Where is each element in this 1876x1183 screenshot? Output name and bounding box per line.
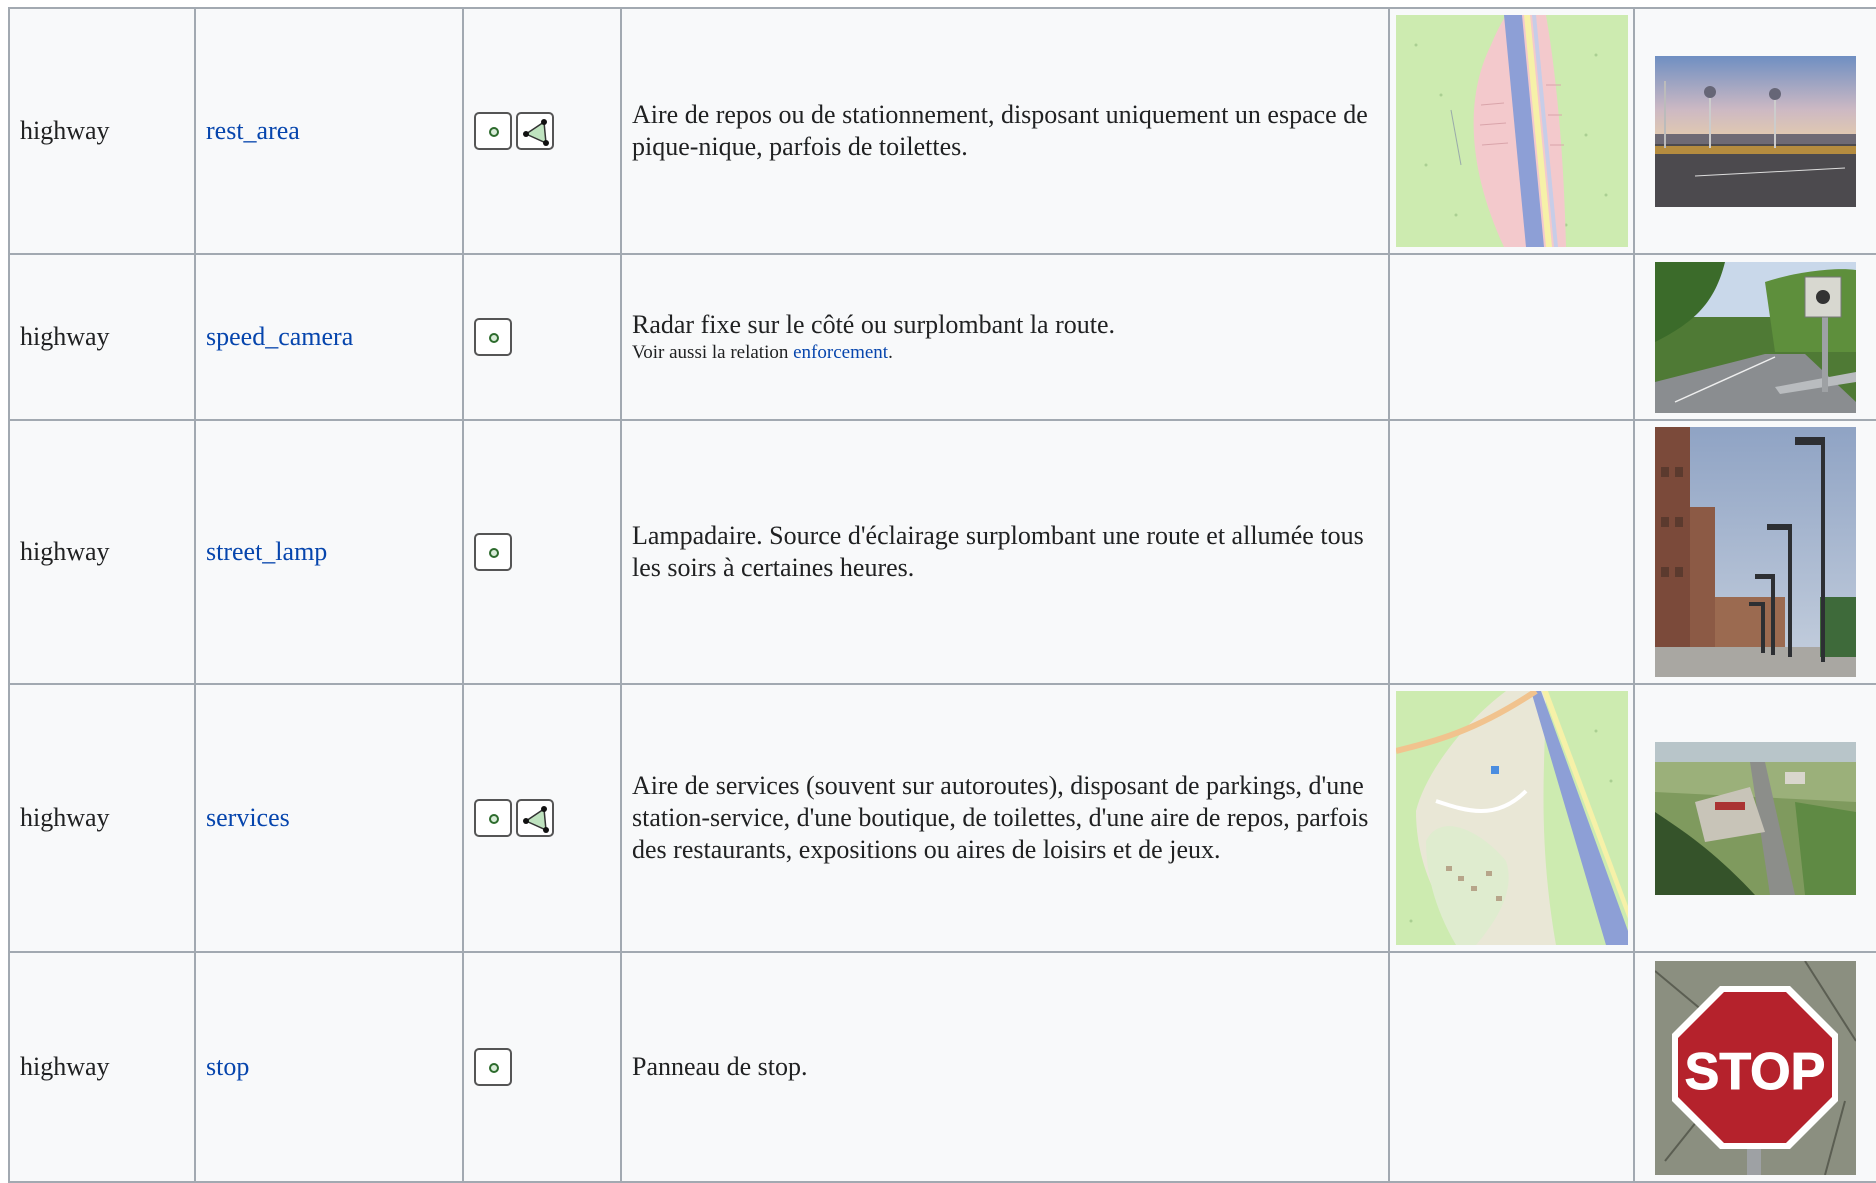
value-link[interactable]: speed_camera <box>206 322 353 351</box>
rendering-cell <box>1388 253 1635 421</box>
table-row: highway speed_camera Radar fixe sur le c… <box>8 253 1876 421</box>
element-types <box>462 683 622 953</box>
description-text: Radar fixe sur le côté ou surplombant la… <box>632 310 1116 339</box>
table-row: highway rest_area Aire de repos ou de st… <box>8 7 1876 255</box>
description-text: Panneau de stop. <box>632 1052 808 1081</box>
key-cell: highway <box>8 7 196 255</box>
note-prefix: Voir aussi la relation <box>632 342 794 363</box>
speed-camera-photo[interactable] <box>1655 261 1856 413</box>
element-types <box>462 253 622 421</box>
value-link[interactable]: services <box>206 803 290 832</box>
rendering-cell <box>1388 419 1635 685</box>
description: Panneau de stop. <box>620 951 1390 1183</box>
photo-cell: STOP <box>1633 951 1876 1183</box>
node-icon <box>474 112 512 150</box>
element-types <box>462 419 622 685</box>
rendering-cell <box>1388 7 1635 255</box>
description-text: Lampadaire. Source d'éclairage surplomba… <box>632 521 1364 582</box>
node-icon <box>474 533 512 571</box>
services-rendering-image[interactable] <box>1396 691 1628 945</box>
element-types <box>462 7 622 255</box>
area-icon <box>516 799 554 837</box>
value-link[interactable]: rest_area <box>206 116 300 145</box>
rest-area-photo[interactable] <box>1655 55 1856 207</box>
node-icon <box>474 318 512 356</box>
see-also-note: Voir aussi la relation enforcement. <box>632 341 1378 365</box>
stop-sign-photo[interactable]: STOP <box>1655 961 1856 1175</box>
street-lamp-photo[interactable] <box>1655 427 1856 677</box>
table-row: highway street_lamp Lampadaire. Source d… <box>8 419 1876 685</box>
description-text: Aire de services (souvent sur autoroutes… <box>632 771 1369 864</box>
rendering-cell <box>1388 951 1635 1183</box>
key-cell: highway <box>8 253 196 421</box>
table-row: highway services Aire de services (souve… <box>8 683 1876 953</box>
description-text: Aire de repos ou de stationnement, dispo… <box>632 100 1368 161</box>
key-cell: highway <box>8 951 196 1183</box>
photo-cell <box>1633 683 1876 953</box>
map-features-table: highway rest_area Aire de repos ou de st… <box>8 7 1876 1183</box>
enforcement-link[interactable]: enforcement <box>793 342 888 363</box>
node-icon <box>474 1048 512 1086</box>
note-suffix: . <box>888 342 893 363</box>
description: Lampadaire. Source d'éclairage surplomba… <box>620 419 1390 685</box>
photo-cell <box>1633 7 1876 255</box>
description: Radar fixe sur le côté ou surplombant la… <box>620 253 1390 421</box>
photo-cell <box>1633 253 1876 421</box>
table-row: highway stop Panneau de stop. STOP <box>8 951 1876 1183</box>
node-icon <box>474 799 512 837</box>
rest-area-rendering-image[interactable] <box>1396 15 1628 247</box>
description: Aire de repos ou de stationnement, dispo… <box>620 7 1390 255</box>
services-photo[interactable] <box>1655 741 1856 895</box>
rendering-cell <box>1388 683 1635 953</box>
key-cell: highway <box>8 419 196 685</box>
value-link[interactable]: street_lamp <box>206 537 327 566</box>
description: Aire de services (souvent sur autoroutes… <box>620 683 1390 953</box>
key-cell: highway <box>8 683 196 953</box>
value-link[interactable]: stop <box>206 1052 249 1081</box>
element-types <box>462 951 622 1183</box>
stop-sign-text: STOP <box>1685 1043 1826 1101</box>
photo-cell <box>1633 419 1876 685</box>
area-icon <box>516 112 554 150</box>
